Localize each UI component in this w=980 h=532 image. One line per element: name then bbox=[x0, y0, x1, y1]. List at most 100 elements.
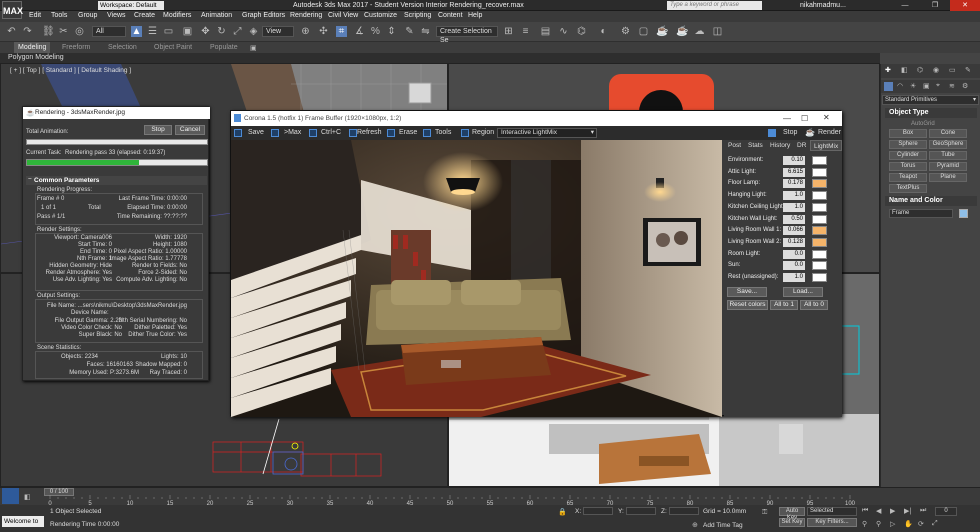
lightmix-color-swatch[interactable] bbox=[812, 226, 827, 236]
key-filters-button[interactable]: Key Filters... bbox=[807, 518, 857, 527]
spinner-snap-icon[interactable]: ⇕ bbox=[386, 26, 397, 37]
modify-tab-icon[interactable]: ◧ bbox=[901, 66, 908, 74]
cylinder-button[interactable]: Cylinder bbox=[889, 151, 927, 160]
play-icon[interactable]: ▶ bbox=[890, 507, 895, 515]
user-account[interactable]: nikahmadmu... bbox=[800, 1, 846, 10]
orbit-icon[interactable]: ⟳ bbox=[918, 520, 924, 528]
lightmix-intensity-field[interactable]: 1.0 bbox=[783, 273, 805, 282]
lights-icon[interactable]: ☀ bbox=[910, 82, 916, 90]
utilities-tab-icon[interactable]: ✎ bbox=[965, 66, 971, 74]
close-button[interactable]: ✕ bbox=[950, 0, 980, 11]
spacewarps-icon[interactable]: ≋ bbox=[949, 82, 955, 90]
scale-icon[interactable]: ⤢ bbox=[232, 26, 243, 37]
toggle-ribbon-icon[interactable]: ▤ bbox=[540, 26, 551, 37]
fb-to-max-button[interactable]: >Max bbox=[284, 129, 301, 136]
app-logo[interactable]: MAX bbox=[2, 1, 23, 19]
menu-create[interactable]: Create bbox=[134, 12, 155, 19]
rendered-image[interactable] bbox=[231, 140, 722, 417]
mirror-icon[interactable]: ⇋ bbox=[420, 26, 431, 37]
object-type-rollout[interactable]: Object Type bbox=[885, 108, 977, 118]
layer-explorer-icon[interactable]: ≡ bbox=[520, 26, 531, 37]
fb-maximize-icon[interactable]: ☐ bbox=[801, 114, 808, 123]
menu-content[interactable]: Content bbox=[438, 12, 463, 19]
selection-filter-dropdown[interactable]: All bbox=[92, 26, 126, 37]
lightmix-intensity-field[interactable]: 1.0 bbox=[783, 191, 805, 201]
mini-listener-toggle[interactable] bbox=[2, 488, 19, 504]
lightmix-intensity-field[interactable]: 6.615 bbox=[783, 167, 805, 177]
lightmix-color-swatch[interactable] bbox=[812, 261, 827, 271]
systems-icon[interactable]: ⚙ bbox=[962, 82, 968, 90]
lightmix-color-swatch[interactable] bbox=[812, 167, 827, 177]
tube-button[interactable]: Tube bbox=[929, 151, 967, 160]
common-parameters-rollout[interactable]: Common Parameters bbox=[26, 176, 207, 185]
lightmix-color-swatch[interactable] bbox=[812, 202, 827, 212]
lightmix-intensity-field[interactable]: 0.128 bbox=[783, 237, 805, 247]
zoom-icon[interactable]: ⚲ bbox=[862, 520, 867, 528]
box-button[interactable]: Box bbox=[889, 129, 927, 138]
ribbon-tab-selection[interactable]: Selection bbox=[108, 44, 137, 51]
maximize-viewport-icon[interactable]: ⤢ bbox=[932, 520, 938, 528]
workspace-selector[interactable]: Workspace: Default bbox=[98, 1, 164, 10]
tab-post[interactable]: Post bbox=[728, 142, 741, 149]
select-manipulate-icon[interactable]: ✣ bbox=[318, 26, 329, 37]
zoom-all-icon[interactable]: ⚲ bbox=[876, 520, 881, 528]
snap-toggle-icon[interactable]: ⌗ bbox=[336, 26, 347, 37]
rollout-minus-icon[interactable]: − bbox=[28, 176, 32, 183]
fb-region-button[interactable]: Region bbox=[472, 129, 494, 136]
tab-stats[interactable]: Stats bbox=[748, 142, 763, 149]
bind-spacewarp-icon[interactable]: ◎ bbox=[74, 26, 85, 37]
tab-dr[interactable]: DR bbox=[797, 142, 806, 149]
menu-animation[interactable]: Animation bbox=[201, 12, 232, 19]
rendered-frame-window-icon[interactable]: ▢ bbox=[638, 26, 649, 37]
hierarchy-tab-icon[interactable]: ⌬ bbox=[917, 66, 923, 74]
lightmix-intensity-field[interactable]: 1.0 bbox=[783, 202, 805, 212]
a360-gallery-icon[interactable]: ◫ bbox=[712, 26, 723, 37]
current-frame-field[interactable]: 0 bbox=[935, 507, 957, 516]
fb-minimize-icon[interactable]: — bbox=[783, 114, 791, 123]
object-color-swatch[interactable] bbox=[959, 209, 968, 218]
link-icon[interactable]: ⛓ bbox=[42, 26, 55, 37]
geosphere-button[interactable]: GeoSphere bbox=[929, 140, 967, 149]
textplus-button[interactable]: TextPlus bbox=[889, 184, 927, 193]
menu-group[interactable]: Group bbox=[78, 12, 97, 19]
fb-copy-button[interactable]: Ctrl+C bbox=[321, 129, 341, 136]
select-object-icon[interactable]: ▲ bbox=[131, 26, 142, 37]
ribbon-tab-object-paint[interactable]: Object Paint bbox=[154, 44, 192, 51]
ribbon-tab-modeling[interactable]: Modeling bbox=[14, 42, 51, 53]
menu-rendering[interactable]: Rendering bbox=[290, 12, 322, 19]
fb-refresh-button[interactable]: Refresh bbox=[357, 129, 382, 136]
lightmix-color-swatch[interactable] bbox=[812, 191, 827, 201]
fb-save-button[interactable]: Save bbox=[248, 129, 264, 136]
key-selection-dropdown[interactable]: Selected bbox=[807, 507, 857, 516]
display-tab-icon[interactable]: ▭ bbox=[949, 66, 956, 74]
redo-icon[interactable]: ↷ bbox=[22, 26, 33, 37]
lightmix-color-swatch[interactable] bbox=[812, 249, 827, 259]
next-frame-icon[interactable]: ▶| bbox=[904, 507, 911, 515]
set-key-button[interactable]: Set Key bbox=[779, 518, 805, 527]
set-key-mode-icon[interactable]: ⚿ bbox=[762, 509, 767, 517]
reset-colors-button[interactable]: Reset colors bbox=[727, 300, 768, 310]
lightmix-intensity-field[interactable]: 0.10 bbox=[783, 156, 805, 165]
lightmix-intensity-field[interactable]: 0.50 bbox=[783, 214, 805, 224]
render-in-cloud-icon[interactable]: ☁ bbox=[694, 26, 705, 37]
unlink-icon[interactable]: ✂ bbox=[58, 26, 69, 37]
lightmix-intensity-field[interactable]: 0.0 bbox=[783, 249, 805, 259]
lightmix-color-swatch[interactable] bbox=[812, 179, 827, 189]
menu-views[interactable]: Views bbox=[107, 12, 126, 19]
menu-modifiers[interactable]: Modifiers bbox=[163, 12, 191, 19]
stop-render-button[interactable]: Stop bbox=[144, 125, 172, 135]
lightmix-color-swatch[interactable] bbox=[812, 273, 827, 282]
window-crossing-icon[interactable]: ▣ bbox=[182, 26, 193, 37]
fb-render-button[interactable]: Render bbox=[818, 129, 841, 136]
torus-button[interactable]: Torus bbox=[889, 162, 927, 171]
menu-customize[interactable]: Customize bbox=[364, 12, 397, 19]
menu-civil-view[interactable]: Civil View bbox=[328, 12, 358, 19]
render-production-icon[interactable]: ☕ bbox=[656, 26, 668, 37]
lightmix-preset-dropdown[interactable]: Interactive LightMix ▾ bbox=[497, 128, 597, 138]
align-icon[interactable]: ⊞ bbox=[503, 26, 514, 37]
undo-icon[interactable]: ↶ bbox=[6, 26, 17, 37]
menu-scripting[interactable]: Scripting bbox=[404, 12, 431, 19]
minimize-button[interactable]: — bbox=[890, 0, 920, 11]
lightmix-load-button[interactable]: Load... bbox=[783, 287, 823, 297]
lightmix-save-button[interactable]: Save... bbox=[727, 287, 767, 297]
